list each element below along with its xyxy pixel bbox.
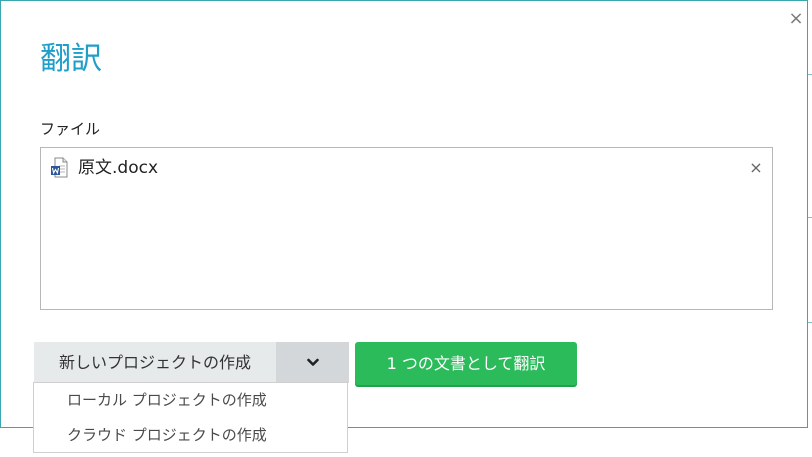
remove-file-button[interactable]: × xyxy=(749,158,763,177)
file-list-item[interactable]: 原文.docx xyxy=(50,157,158,179)
create-project-split-button: 新しいプロジェクトの作成 xyxy=(34,342,349,383)
create-new-project-button[interactable]: 新しいプロジェクトの作成 xyxy=(34,342,276,383)
chevron-down-icon xyxy=(306,358,319,366)
translate-dialog: × 翻訳 ファイル 原文.docx × 新しいプロジェクトの作成 1 つの文書と… xyxy=(0,0,808,428)
close-icon: × xyxy=(749,158,763,177)
close-icon: × xyxy=(788,8,804,29)
project-menu-toggle[interactable] xyxy=(276,342,349,383)
word-document-icon xyxy=(51,157,68,178)
background-divider-right-2 xyxy=(808,217,812,218)
file-list[interactable]: 原文.docx × xyxy=(40,147,773,310)
close-dialog-button[interactable]: × xyxy=(787,10,805,28)
translate-as-one-document-button[interactable]: 1 つの文書として翻訳 xyxy=(355,342,577,385)
file-name: 原文.docx xyxy=(78,158,159,178)
background-divider-right-1 xyxy=(808,74,812,75)
dialog-title: 翻訳 xyxy=(40,41,102,77)
project-dropdown-menu: ローカル プロジェクトの作成 クラウド プロジェクトの作成 xyxy=(33,382,348,453)
background-divider-right-3 xyxy=(808,322,812,323)
menu-item-create-local-project[interactable]: ローカル プロジェクトの作成 xyxy=(34,383,347,418)
menu-item-create-cloud-project[interactable]: クラウド プロジェクトの作成 xyxy=(34,418,347,453)
file-section-label: ファイル xyxy=(40,120,101,138)
